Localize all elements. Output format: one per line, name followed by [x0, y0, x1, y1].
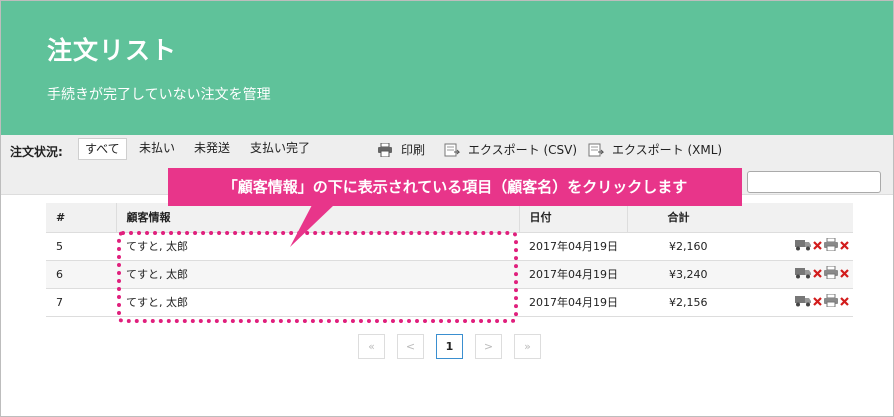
printer-icon[interactable]	[823, 237, 839, 254]
table-row: 6 てすと, 太郎 2017年04月19日 ¥3,240	[46, 260, 853, 289]
row-actions	[795, 237, 853, 254]
order-total: ¥2,160	[669, 239, 708, 253]
pager-last-button[interactable]: »	[514, 334, 541, 359]
page-subtitle: 手続きが完了していない注文を管理	[47, 87, 271, 103]
delete-x-icon[interactable]	[813, 240, 822, 253]
printer-icon	[377, 142, 393, 158]
instruction-callout: 「顧客情報」の下に表示されている項目（顧客名）をクリックします	[168, 168, 742, 206]
print-label: 印刷	[401, 143, 426, 157]
filter-paid[interactable]: 支払い完了	[244, 138, 316, 160]
truck-icon[interactable]	[795, 266, 812, 282]
printer-icon[interactable]	[823, 265, 839, 282]
row-actions	[795, 293, 853, 310]
page-title: 注文リスト	[47, 36, 178, 65]
pager-first-button[interactable]: «	[358, 334, 385, 359]
orders-table: # 顧客情報 日付 合計 5 てすと, 太郎 2017年04月19日 ¥2,16…	[46, 203, 853, 317]
delete-x-icon[interactable]	[813, 296, 822, 309]
order-total-cell: ¥2,156	[627, 288, 853, 317]
order-date: 2017年04月19日	[519, 288, 627, 317]
row-actions	[795, 265, 853, 282]
print-button[interactable]: 印刷	[377, 140, 425, 160]
export-xml-label: エクスポート (XML)	[612, 143, 723, 157]
export-icon	[444, 143, 461, 157]
customer-name-link[interactable]: てすと, 太郎	[116, 288, 519, 317]
column-header-date[interactable]: 日付	[519, 203, 628, 233]
order-id: 6	[46, 260, 116, 289]
order-total: ¥2,156	[669, 295, 708, 309]
filter-unpaid[interactable]: 未払い	[133, 138, 181, 160]
pager-prev-button[interactable]: <	[397, 334, 424, 359]
printer-icon[interactable]	[823, 293, 839, 310]
order-date: 2017年04月19日	[519, 232, 627, 261]
customer-name-link[interactable]: てすと, 太郎	[116, 260, 519, 289]
callout-pointer	[290, 205, 334, 247]
delete-x-icon[interactable]	[813, 268, 822, 281]
table-row: 7 てすと, 太郎 2017年04月19日 ¥2,156	[46, 288, 853, 317]
order-total-cell: ¥3,240	[627, 260, 853, 289]
export-csv-button[interactable]: エクスポート (CSV)	[444, 140, 577, 160]
filter-all[interactable]: すべて	[78, 138, 127, 160]
pager-current-page[interactable]: 1	[436, 334, 463, 359]
truck-icon[interactable]	[795, 238, 812, 254]
delete-x-icon[interactable]	[840, 268, 849, 281]
column-header-id[interactable]: #	[46, 203, 117, 233]
column-header-total[interactable]: 合計	[627, 203, 853, 233]
order-total: ¥3,240	[669, 267, 708, 281]
order-status-label: 注文状況:	[10, 145, 63, 159]
delete-x-icon[interactable]	[840, 296, 849, 309]
truck-icon[interactable]	[795, 294, 812, 310]
order-id: 7	[46, 288, 116, 317]
order-date: 2017年04月19日	[519, 260, 627, 289]
export-xml-button[interactable]: エクスポート (XML)	[588, 140, 722, 160]
export-icon	[588, 143, 605, 157]
search-input[interactable]	[747, 171, 881, 193]
pager-next-button[interactable]: >	[475, 334, 502, 359]
export-csv-label: エクスポート (CSV)	[468, 143, 578, 157]
filter-unshipped[interactable]: 未発送	[188, 138, 236, 160]
page-header: 注文リスト 手続きが完了していない注文を管理	[1, 1, 893, 135]
order-id: 5	[46, 232, 116, 261]
order-total-cell: ¥2,160	[627, 232, 853, 261]
table-row: 5 てすと, 太郎 2017年04月19日 ¥2,160	[46, 232, 853, 261]
delete-x-icon[interactable]	[840, 240, 849, 253]
